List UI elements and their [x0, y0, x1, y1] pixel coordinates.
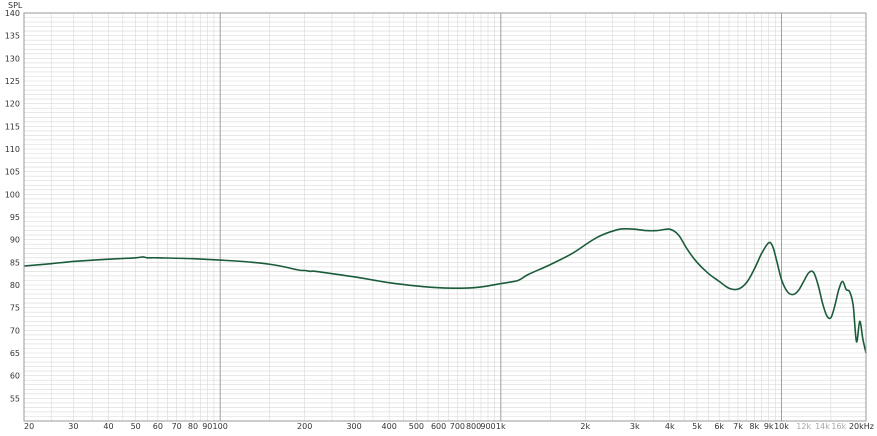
x-tick-label: 700: [450, 422, 465, 431]
y-tick-label: 55: [10, 394, 20, 403]
x-tick-label: 200: [297, 422, 312, 431]
y-tick-label: 135: [5, 32, 20, 41]
x-tick-label: 7k: [733, 422, 743, 431]
x-tick-label: 60: [153, 422, 163, 431]
x-tick-label: 20kHz: [849, 422, 874, 431]
y-tick-label: 140: [5, 9, 20, 18]
x-tick-label: 16k: [831, 422, 846, 431]
x-tick-label: 40: [103, 422, 113, 431]
y-tick-label: 80: [10, 281, 20, 290]
x-tick-label: 90: [202, 422, 212, 431]
x-tick-label: 800: [466, 422, 481, 431]
y-tick-label: 60: [10, 372, 20, 381]
y-tick-label: 115: [5, 122, 20, 131]
x-tick-label: 1k: [496, 422, 506, 431]
x-tick-label: 30: [68, 422, 78, 431]
x-tick-label: 9k: [764, 422, 774, 431]
y-tick-label: 70: [10, 326, 20, 335]
x-tick-label: 14k: [815, 422, 830, 431]
y-tick-label: 105: [5, 168, 20, 177]
x-tick-label: 6k: [714, 422, 724, 431]
y-tick-label: 110: [5, 145, 20, 154]
x-tick-label: 2k: [580, 422, 590, 431]
y-tick-label: 120: [5, 100, 20, 109]
frequency-response-chart: 55 60 65 70 75 80 85 90 95 100 105 110 115 120 125 130 1…: [0, 0, 877, 432]
y-tick-label: 65: [10, 349, 20, 358]
chart-canvas: 55 60 65 70 75 80 85 90 95 100 105 110 115 120 125 130 1…: [5, 1, 874, 431]
x-tick-label: 500: [409, 422, 424, 431]
x-tick-label: 4k: [665, 422, 675, 431]
y-tick-label: 125: [5, 77, 20, 86]
x-tick-label: 3k: [630, 422, 640, 431]
y-tick-label: 130: [5, 54, 20, 63]
x-tick-label: 20: [24, 422, 34, 431]
x-tick-label: 600: [431, 422, 446, 431]
x-tick-label: 8k: [749, 422, 759, 431]
y-tick-label: 85: [10, 258, 20, 267]
x-tick-label: 300: [346, 422, 361, 431]
x-tick-label: 12k: [796, 422, 811, 431]
x-tick-label: 900: [480, 422, 495, 431]
y-tick-label: 100: [5, 190, 20, 199]
x-tick-label: 80: [188, 422, 198, 431]
x-tick-label: 100: [213, 422, 228, 431]
x-tick-label: 5k: [692, 422, 702, 431]
y-tick-label: 90: [10, 236, 20, 245]
x-tick-label: 70: [172, 422, 182, 431]
y-tick-label: 75: [10, 304, 20, 313]
x-tick-label: 10k: [774, 422, 789, 431]
x-tick-label: 50: [131, 422, 141, 431]
series-line-0: [23, 227, 867, 354]
y-tick-label: 95: [10, 213, 20, 222]
y-axis-label: SPL: [8, 1, 23, 10]
x-tick-label: 400: [382, 422, 397, 431]
